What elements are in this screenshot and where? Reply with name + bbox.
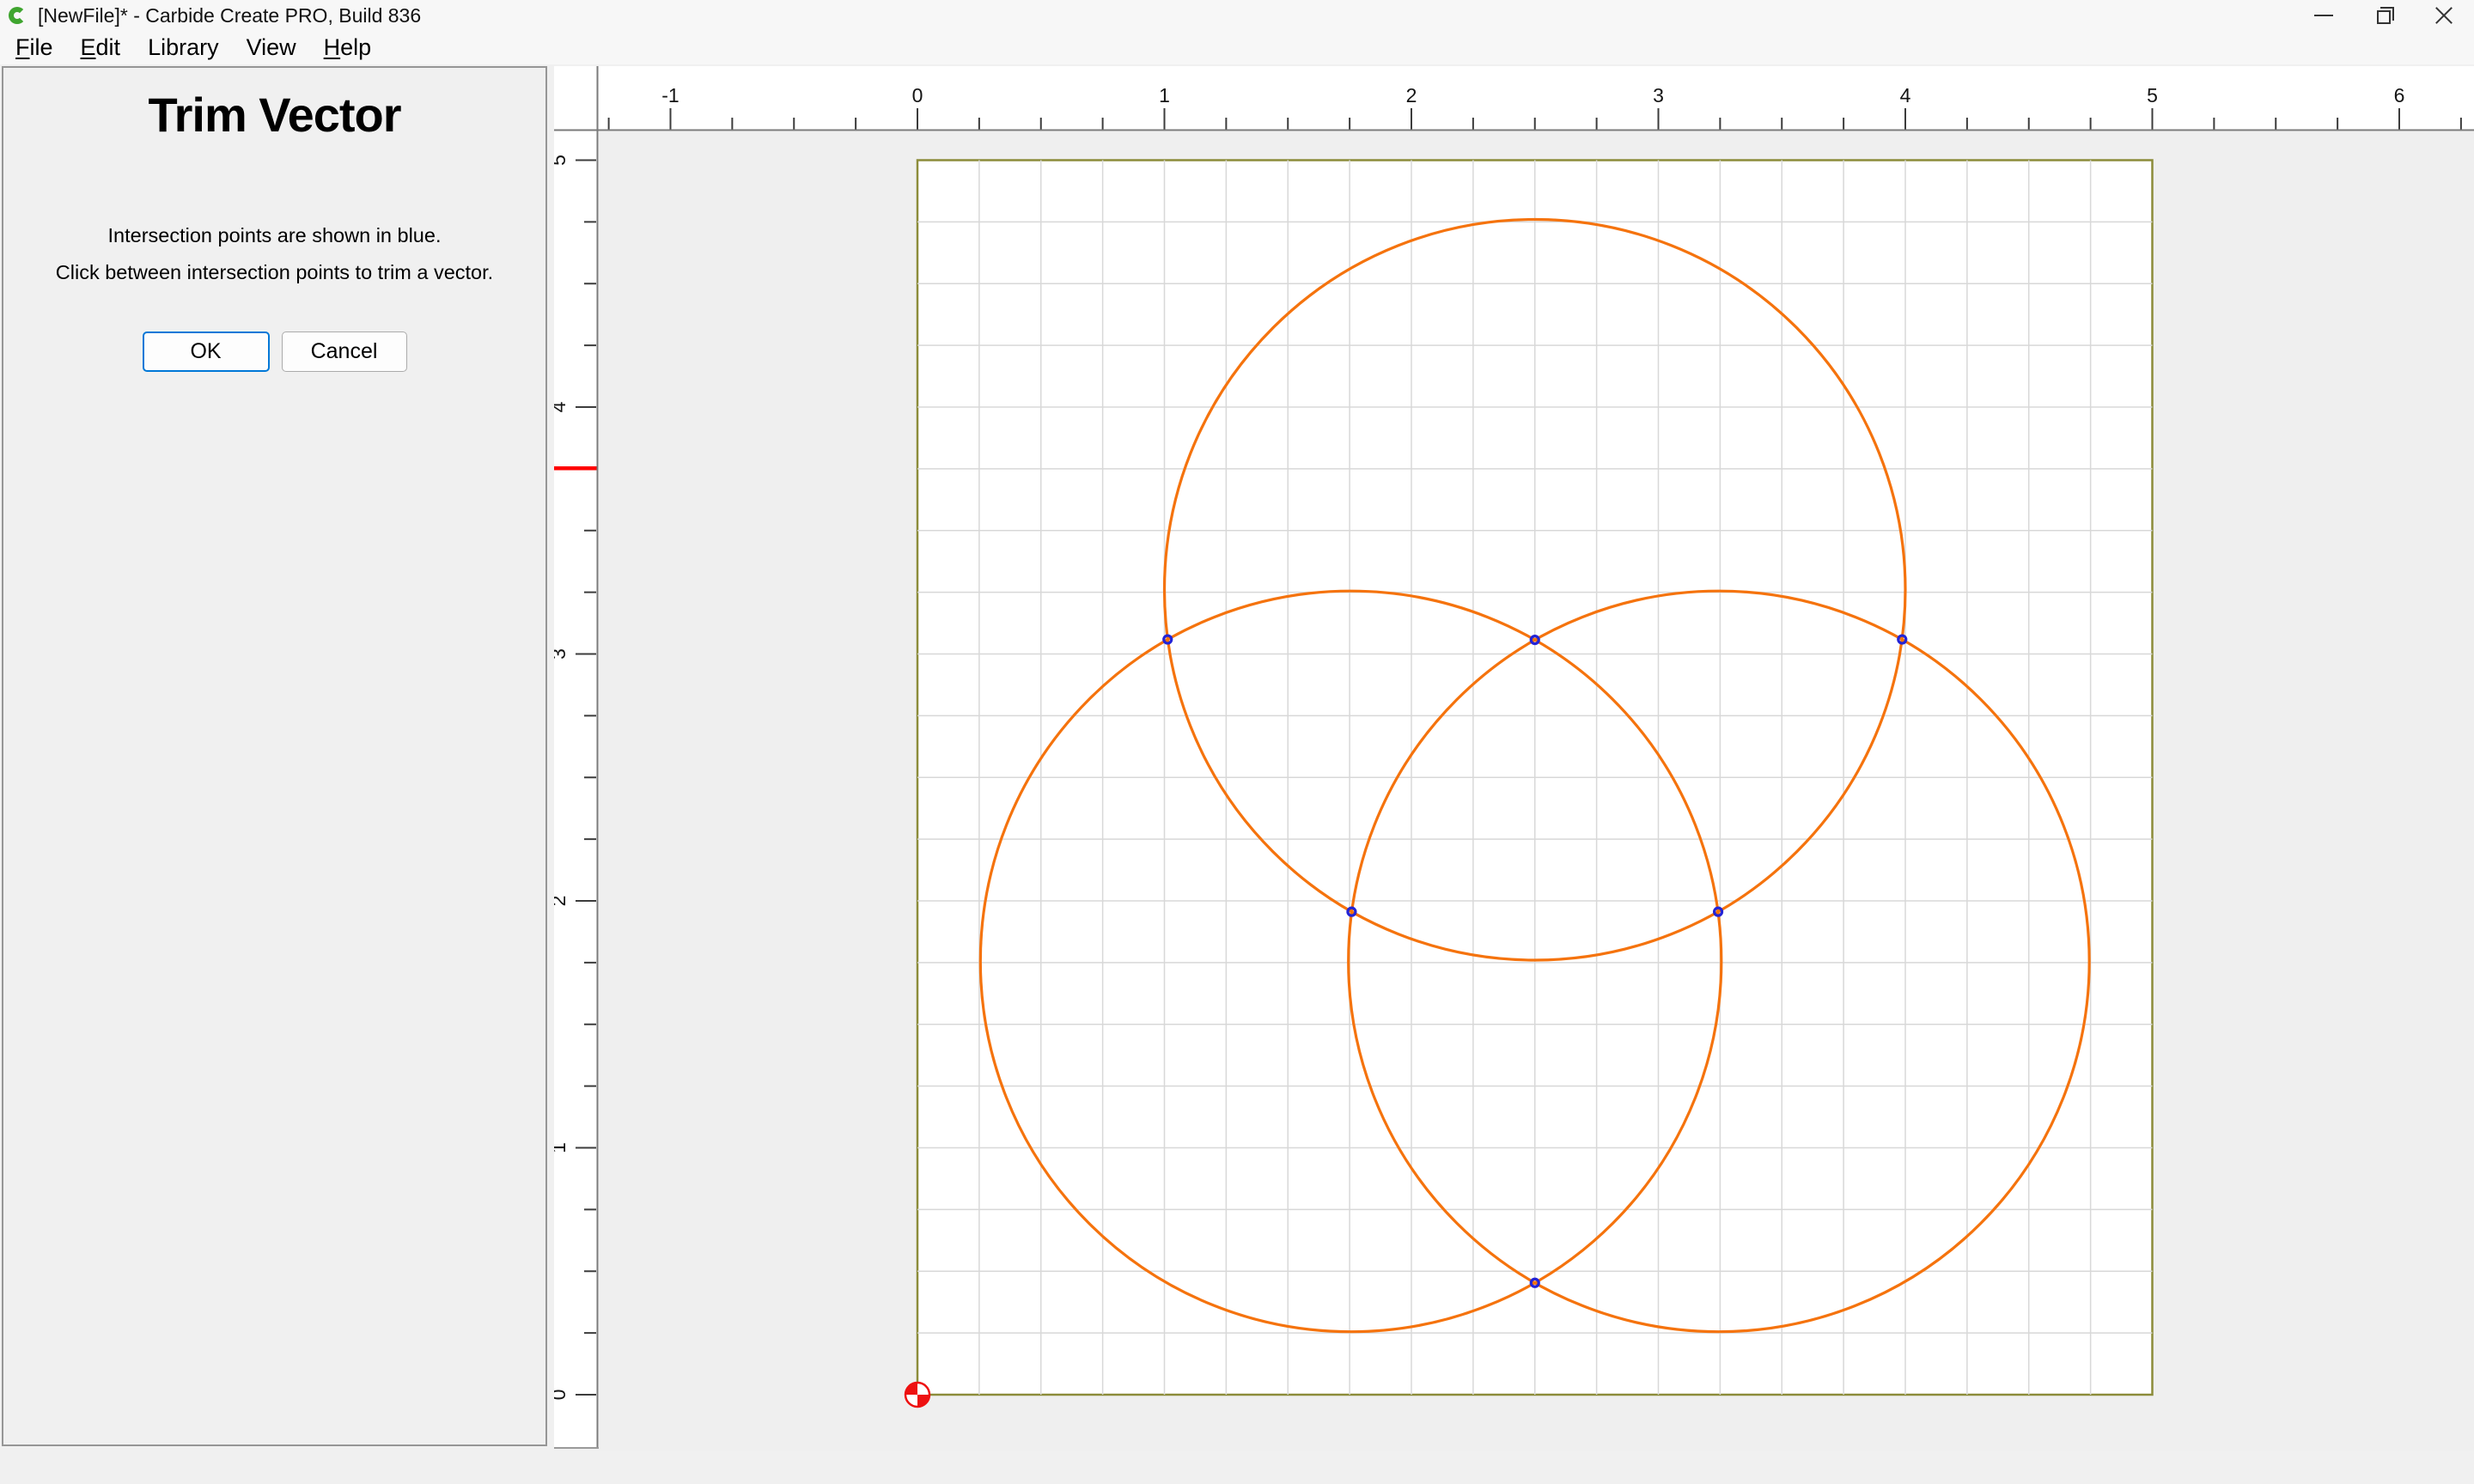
origin-marker xyxy=(904,1381,931,1408)
ruler-label: 1 xyxy=(554,1142,570,1153)
restore-icon xyxy=(2377,10,2391,24)
menu-item-file[interactable]: File xyxy=(2,31,67,64)
app-logo-icon xyxy=(9,7,26,24)
close-button[interactable] xyxy=(2414,0,2474,31)
cancel-button[interactable]: Cancel xyxy=(281,331,407,372)
window-controls xyxy=(2294,0,2474,31)
ruler-label: 6 xyxy=(2394,84,2405,106)
ruler-label: 5 xyxy=(2147,84,2158,106)
design-canvas[interactable] xyxy=(599,131,2474,1451)
vertical-ruler: 0 1 2 3 4 5 xyxy=(554,66,599,1449)
ruler-cursor-marker xyxy=(554,466,597,471)
menu-bar: File Edit Library View Help xyxy=(0,31,2474,64)
menu-item-library[interactable]: Library xyxy=(134,31,233,64)
panel-instruction-1: Intersection points are shown in blue. xyxy=(107,224,442,246)
ruler-label: 0 xyxy=(912,84,923,106)
ruler-label: 5 xyxy=(554,155,570,166)
ruler-label: -1 xyxy=(661,84,679,106)
ruler-label: 2 xyxy=(554,896,570,907)
ruler-label: 2 xyxy=(1406,84,1417,106)
title-bar: [NewFile]* - Carbide Create PRO, Build 8… xyxy=(0,0,2474,31)
window-title: [NewFile]* - Carbide Create PRO, Build 8… xyxy=(38,3,422,27)
menu-item-view[interactable]: View xyxy=(233,31,310,64)
menu-item-help[interactable]: Help xyxy=(310,31,386,64)
ruler-label: 1 xyxy=(1159,84,1170,106)
ruler-label: 0 xyxy=(554,1390,570,1401)
minimize-button[interactable] xyxy=(2294,0,2354,31)
panel-instruction-2: Click between intersection points to tri… xyxy=(55,261,494,283)
close-icon xyxy=(2434,5,2454,26)
ruler-label: 3 xyxy=(1653,84,1664,106)
horizontal-ruler: -1 0 1 2 3 4 5 6 xyxy=(599,66,2474,131)
panel-title: Trim Vector xyxy=(148,88,401,142)
restore-button[interactable] xyxy=(2354,0,2414,31)
trim-vector-panel: Trim Vector Intersection points are show… xyxy=(2,66,547,1446)
menu-item-edit[interactable]: Edit xyxy=(67,31,135,64)
panel-button-row: OK Cancel xyxy=(3,331,545,372)
ruler-label: 4 xyxy=(1900,84,1911,106)
ruler-label: 4 xyxy=(554,401,570,412)
ok-button[interactable]: OK xyxy=(142,331,270,372)
minimize-icon xyxy=(2314,15,2333,16)
ruler-label: 3 xyxy=(554,648,570,660)
grid xyxy=(917,160,2153,1395)
